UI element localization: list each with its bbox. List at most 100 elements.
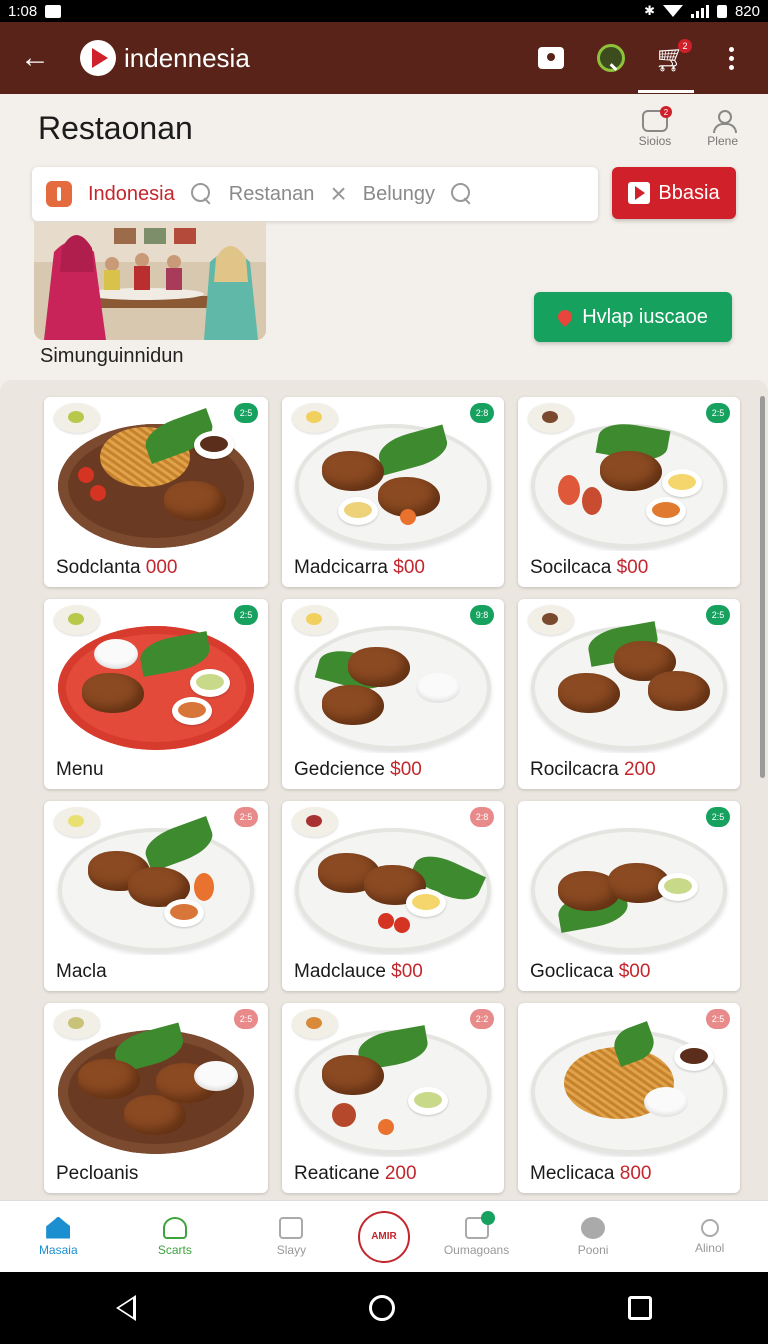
location-icon (46, 181, 72, 207)
side-thumbnail (528, 605, 574, 635)
search-field-area[interactable]: Belungy (363, 183, 435, 206)
menu-card-label: Pecloanis (56, 1163, 138, 1185)
nav-label: Oumagoans (443, 1242, 510, 1257)
nav-item-cloud[interactable]: Pooni (543, 1216, 643, 1257)
rating-tag: 2:8 (470, 807, 494, 827)
system-back-icon[interactable] (116, 1295, 137, 1321)
center-logo-button[interactable]: AMIR (357, 1210, 410, 1263)
brand-name: indennesia (124, 42, 250, 73)
nav-item-search[interactable]: Alinol (660, 1218, 760, 1255)
dish-price: $00 (618, 961, 651, 982)
menu-card-label: Rocilcacra 200 (530, 759, 656, 781)
system-home-icon[interactable] (368, 1295, 395, 1321)
app-bar: ← indennesia 🛒︎ 2 (0, 22, 768, 94)
dish-name: Pecloanis (56, 1163, 139, 1184)
menu-card[interactable]: 2:5 Menu (44, 599, 268, 789)
chat-icon: 2 (641, 106, 672, 132)
nav-item-inbox[interactable]: Oumagoans (427, 1210, 527, 1257)
play-button-label: Bbasia (658, 181, 720, 204)
back-arrow-icon[interactable]: ← (20, 41, 60, 75)
scrollbar[interactable] (760, 396, 765, 778)
status-time: 1:08 (8, 2, 38, 20)
play-button[interactable]: Bbasia (612, 167, 736, 219)
dish-name: Sodclanta (56, 557, 141, 578)
search-field-restaurant[interactable]: Restanan (229, 183, 315, 206)
system-nav-bar (0, 1272, 768, 1344)
dish-price: $00 (390, 759, 422, 780)
side-thumbnail (54, 807, 100, 837)
menu-card-label: Menu (56, 759, 104, 781)
nav-item-home[interactable]: Masaia (8, 1216, 108, 1257)
search-icon[interactable] (190, 183, 213, 205)
cloud-icon (581, 1216, 606, 1239)
play-icon (628, 182, 651, 204)
menu-card[interactable]: 2:5 Goclicaca $00 (518, 801, 740, 991)
side-thumbnail (292, 807, 338, 837)
menu-grid: 2:5 Sodclanta 000 2:8 Madcicarra $00 2:5… (44, 397, 740, 1193)
menu-card[interactable]: 2:5 Meclicaca 800 (518, 1003, 740, 1193)
dish-price: 800 (619, 1163, 652, 1184)
side-thumbnail (292, 605, 338, 635)
dish-name: Madcicarra (294, 557, 388, 578)
hero-photo[interactable] (34, 222, 266, 340)
rating-tag: 2:5 (234, 403, 258, 423)
rating-tag: 2:5 (706, 1009, 730, 1029)
menu-card[interactable]: 2:5 Pecloanis (44, 1003, 268, 1193)
dish-price: $00 (391, 961, 423, 982)
person-icon (712, 110, 737, 133)
side-thumbnail (54, 403, 100, 433)
search-icon[interactable] (451, 183, 473, 205)
clear-icon[interactable]: × (330, 178, 346, 210)
battery-icon (716, 4, 727, 18)
side-thumbnail (292, 1009, 338, 1039)
dish-name: Rocilcacra (530, 759, 619, 780)
active-tab-indicator (638, 90, 694, 93)
overflow-menu-button[interactable] (714, 41, 748, 75)
map-button-label: Hvlap iuscaoe (582, 305, 708, 328)
menu-card[interactable]: 2:5 Macla (44, 801, 268, 991)
page-title: Restaonan (38, 110, 193, 146)
dish-name: Meclicaca (530, 1163, 615, 1184)
battery-level: 820 (734, 2, 760, 20)
rating-tag: 2:5 (706, 807, 730, 827)
dish-name: Socilcaca (530, 557, 612, 578)
system-recents-icon[interactable] (627, 1296, 652, 1320)
menu-card[interactable]: 9:8 Gedcience $00 (282, 599, 504, 789)
menu-card-label: Madcicarra $00 (294, 557, 425, 579)
tool-label: Sioios (638, 134, 672, 148)
menu-card[interactable]: 2:8 Madclauce $00 (282, 801, 504, 991)
nav-item-docs[interactable]: Slayy (241, 1216, 341, 1257)
dish-name: Menu (56, 759, 104, 780)
cart-button[interactable]: 🛒︎ 2 (654, 39, 692, 75)
bag-icon (538, 47, 564, 69)
brand-logo-icon (80, 40, 116, 76)
rating-tag: 2:8 (470, 403, 494, 423)
bluetooth-icon: ✱ (644, 3, 655, 18)
tool-stories[interactable]: 2 Sioios (638, 106, 672, 148)
menu-card[interactable]: 2:8 Madcicarra $00 (282, 397, 504, 587)
side-thumbnail (528, 403, 574, 433)
search-icon (597, 44, 625, 72)
map-button[interactable]: Hvlap iuscaoe (534, 292, 732, 342)
nav-item-account[interactable]: Scarts (125, 1216, 225, 1257)
inbox-icon (464, 1210, 495, 1239)
menu-card[interactable]: 2:2 Reaticane 200 (282, 1003, 504, 1193)
notification-icon (45, 4, 62, 18)
document-icon (279, 1216, 304, 1239)
country-selector[interactable]: Indonesia (88, 183, 175, 206)
search-icon (700, 1218, 719, 1237)
dish-price: 200 (384, 1163, 417, 1184)
side-thumbnail (292, 403, 338, 433)
search-bar: Indonesia Restanan × Belungy (32, 167, 598, 221)
home-icon (46, 1216, 71, 1239)
dish-price: 200 (623, 759, 656, 780)
search-button[interactable] (594, 41, 628, 75)
cart-badge: 2 (678, 39, 692, 53)
bag-button[interactable] (534, 41, 568, 75)
menu-card[interactable]: 2:5 Rocilcacra 200 (518, 599, 740, 789)
menu-card[interactable]: 2:5 Socilcaca $00 (518, 397, 740, 587)
tool-profile[interactable]: Plene (707, 110, 738, 148)
rating-tag: 9:8 (470, 605, 494, 625)
menu-card-label: Macla (56, 961, 107, 983)
menu-card[interactable]: 2:5 Sodclanta 000 (44, 397, 268, 587)
